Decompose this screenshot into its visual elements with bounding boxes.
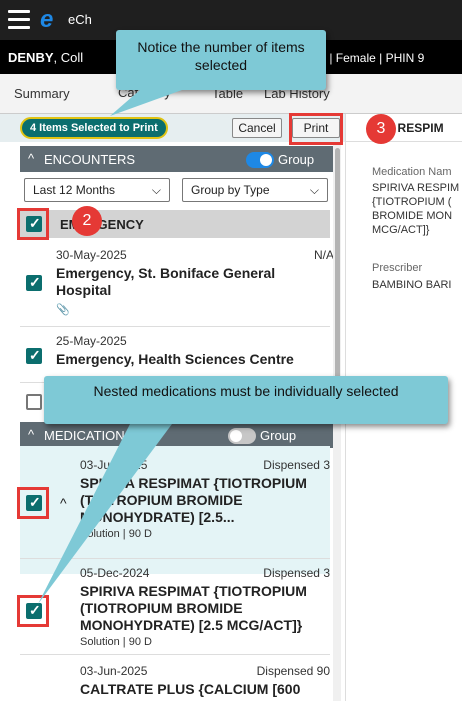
callout-pointer-middle <box>38 424 172 604</box>
callout-pointers <box>38 90 182 604</box>
callout-nested-meds: Nested medications must be individually … <box>44 376 448 424</box>
step-badge-3: 3 <box>366 114 396 144</box>
step-badge-2: 2 <box>72 206 102 236</box>
callout-pointer-top <box>110 90 182 116</box>
